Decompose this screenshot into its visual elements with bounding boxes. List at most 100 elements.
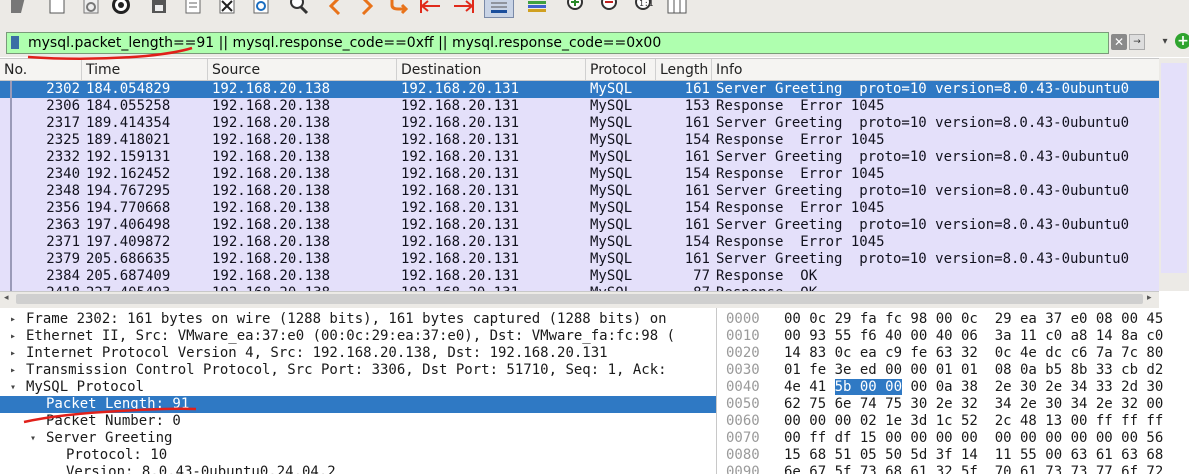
detail-tree-item[interactable]: ▾ MySQL Protocol [0, 379, 716, 396]
resize-columns-icon[interactable] [664, 0, 690, 18]
packet-info: Response Error 1045 [716, 234, 885, 250]
detail-tree-item[interactable]: Packet Length: 91 [0, 396, 716, 413]
packet-length: 161 [684, 183, 710, 199]
autoscroll-icon[interactable] [484, 0, 514, 18]
bytes-row[interactable]: 0030 01 fe 3e ed 00 00 01 01 08 0a b5 8b … [720, 362, 1189, 379]
bytes-row[interactable]: 0000 00 0c 29 fa fc 98 00 0c 29 ea 37 e0 … [720, 311, 1189, 328]
column-header-time[interactable]: Time [82, 59, 208, 80]
chevron-down-icon[interactable]: ▾ [1158, 34, 1172, 50]
zoom-normal-icon[interactable]: 1:1 [632, 0, 658, 18]
go-forward-icon[interactable] [354, 0, 380, 18]
packet-row[interactable]: 2371 197.409872 192.168.20.138 192.168.20.1… [0, 234, 1159, 251]
options-icon[interactable] [108, 0, 134, 18]
packet-info: Response Error 1045 [716, 132, 885, 148]
reload-icon[interactable] [78, 0, 104, 18]
clear-filter-icon[interactable]: ✕ [1111, 34, 1127, 50]
bytes-hex: 15 68 51 05 50 5d 3f 14 11 55 00 63 61 6… [784, 447, 1164, 463]
file-save-icon[interactable] [146, 0, 172, 18]
bytes-row[interactable]: 0060 00 00 00 02 1e 3d 1c 52 2c 48 13 00 … [720, 413, 1189, 430]
open-icon[interactable] [6, 0, 32, 18]
go-back-icon[interactable] [322, 0, 348, 18]
expanded-arrow-icon[interactable]: ▾ [10, 379, 22, 396]
first-packet-icon[interactable] [418, 0, 444, 18]
packet-destination: 192.168.20.131 [401, 98, 520, 114]
column-header-destination[interactable]: Destination [397, 59, 586, 80]
packet-row[interactable]: 2325 189.418021 192.168.20.138 192.168.20.1… [0, 132, 1159, 149]
bytes-row[interactable]: 0050 62 75 6e 74 75 30 2e 32 34 2e 30 34 … [720, 396, 1189, 413]
scroll-left-icon[interactable]: ◂ [4, 293, 9, 303]
detail-tree-item[interactable]: ▸ Frame 2302: 161 bytes on wire (1288 bit… [0, 311, 716, 328]
go-to-packet-icon[interactable] [386, 0, 412, 18]
detail-tree-item[interactable]: Protocol: 10 [0, 447, 716, 464]
packet-no: 2317 [46, 115, 80, 131]
apply-filter-icon[interactable]: → [1129, 34, 1145, 50]
collapsed-arrow-icon[interactable]: ▸ [10, 328, 22, 345]
packet-info: Server Greeting proto=10 version=8.0.43-… [716, 149, 1130, 165]
bytes-row[interactable]: 0090 6e 67 5f 73 68 61 32 5f 70 61 73 73 … [720, 464, 1189, 474]
packet-row[interactable]: 2332 192.159131 192.168.20.138 192.168.20.1… [0, 149, 1159, 166]
packet-no: 2379 [46, 251, 80, 267]
related-packet-marker [10, 81, 12, 292]
detail-tree-text: Protocol: 10 [66, 447, 168, 463]
packet-source: 192.168.20.138 [212, 115, 331, 131]
detail-tree-item[interactable]: ▸ Transmission Control Protocol, Src Port… [0, 362, 716, 379]
collapsed-arrow-icon[interactable]: ▸ [10, 345, 22, 362]
packet-source: 192.168.20.138 [212, 268, 331, 284]
packet-row[interactable]: 2340 192.162452 192.168.20.138 192.168.20.1… [0, 166, 1159, 183]
packet-row[interactable]: 2379 205.686635 192.168.20.138 192.168.20.1… [0, 251, 1159, 268]
packet-list-hscroll-thumb[interactable] [16, 294, 1143, 304]
packet-row[interactable]: 2348 194.767295 192.168.20.138 192.168.20.1… [0, 183, 1159, 200]
bytes-row[interactable]: 0020 14 83 0c ea c9 fe 63 32 0c 4e dc c6 … [720, 345, 1189, 362]
bookmark-icon[interactable] [11, 36, 19, 49]
packet-row[interactable]: 2384 205.687409 192.168.20.138 192.168.20.1… [0, 268, 1159, 285]
bytes-row[interactable]: 0010 00 93 55 f6 40 00 40 06 3a 11 c0 a8 … [720, 328, 1189, 345]
zoom-in-icon[interactable] [564, 0, 590, 18]
packet-row[interactable]: 2306 184.055258 192.168.20.138 192.168.20.1… [0, 98, 1159, 115]
detail-tree-text: Packet Number: 0 [46, 413, 181, 429]
column-header-length[interactable]: Length [656, 59, 712, 80]
bytes-offset: 0030 [726, 362, 760, 378]
column-header-no[interactable]: No. [0, 59, 82, 80]
packet-no: 2363 [46, 217, 80, 233]
column-header-protocol[interactable]: Protocol [586, 59, 656, 80]
packet-no: 2371 [46, 234, 80, 250]
packet-protocol: MySQL [590, 183, 633, 199]
bytes-hex: 00 93 55 f6 40 00 40 06 3a 11 c0 a8 14 8… [784, 328, 1164, 344]
column-header-source[interactable]: Source [208, 59, 397, 80]
detail-tree-item[interactable]: Packet Number: 0 [0, 413, 716, 430]
packet-length: 161 [684, 81, 710, 97]
detail-tree-item[interactable]: ▸ Internet Protocol Version 4, Src: 192.1… [0, 345, 716, 362]
colorize-icon[interactable] [524, 0, 550, 18]
packet-destination: 192.168.20.131 [401, 234, 520, 250]
packet-row[interactable]: 2363 197.406498 192.168.20.138 192.168.20.1… [0, 217, 1159, 234]
bytes-row[interactable]: 0070 00 ff df 15 00 00 00 00 00 00 00 00 … [720, 430, 1189, 447]
column-header-info[interactable]: Info [712, 59, 1159, 80]
close-file-icon[interactable] [214, 0, 240, 18]
add-filter-button-icon[interactable]: + [1175, 33, 1189, 49]
collapsed-arrow-icon[interactable]: ▸ [10, 311, 22, 328]
bytes-row[interactable]: 0040 4e 41 5b 00 00 00 0a 38 2e 30 2e 34 … [720, 379, 1189, 396]
detail-tree-item[interactable]: ▾ Server Greeting [0, 430, 716, 447]
packet-row[interactable]: 2302 184.054829 192.168.20.138 192.168.20.1… [0, 81, 1159, 98]
detail-tree-item[interactable]: ▸ Ethernet II, Src: VMware_ea:37:e0 (00:0… [0, 328, 716, 345]
bytes-hex: 4e 41 5b 00 00 00 0a 38 2e 30 2e 34 33 2… [784, 379, 1163, 396]
bytes-hex: 14 83 0c ea c9 fe 63 32 0c 4e dc c6 7a 7… [784, 345, 1164, 361]
packet-source: 192.168.20.138 [212, 166, 331, 182]
expanded-arrow-icon[interactable]: ▾ [30, 430, 42, 447]
packet-list: No. Time Source Destination Protocol Len… [0, 58, 1159, 292]
detail-tree-item[interactable]: Version: 8.0.43-0ubuntu0.24.04.2 [0, 464, 716, 474]
last-packet-icon[interactable] [450, 0, 476, 18]
find-icon[interactable] [286, 0, 312, 18]
scroll-right-icon[interactable]: ▸ [1147, 293, 1152, 303]
reload-file-icon[interactable] [248, 0, 274, 18]
packet-row[interactable]: 2317 189.414354 192.168.20.138 192.168.20.1… [0, 115, 1159, 132]
save-icon[interactable] [44, 0, 70, 18]
file-icon[interactable] [180, 0, 206, 18]
display-filter-input[interactable]: mysql.packet_length==91 || mysql.respons… [6, 32, 1109, 54]
bytes-row[interactable]: 0080 15 68 51 05 50 5d 3f 14 11 55 00 63 … [720, 447, 1189, 464]
packet-row[interactable]: 2356 194.770668 192.168.20.138 192.168.20.1… [0, 200, 1159, 217]
collapsed-arrow-icon[interactable]: ▸ [10, 362, 22, 379]
packet-destination: 192.168.20.131 [401, 251, 520, 267]
zoom-out-icon[interactable] [598, 0, 624, 18]
packet-list-scroll-thumb[interactable] [1161, 63, 1187, 273]
